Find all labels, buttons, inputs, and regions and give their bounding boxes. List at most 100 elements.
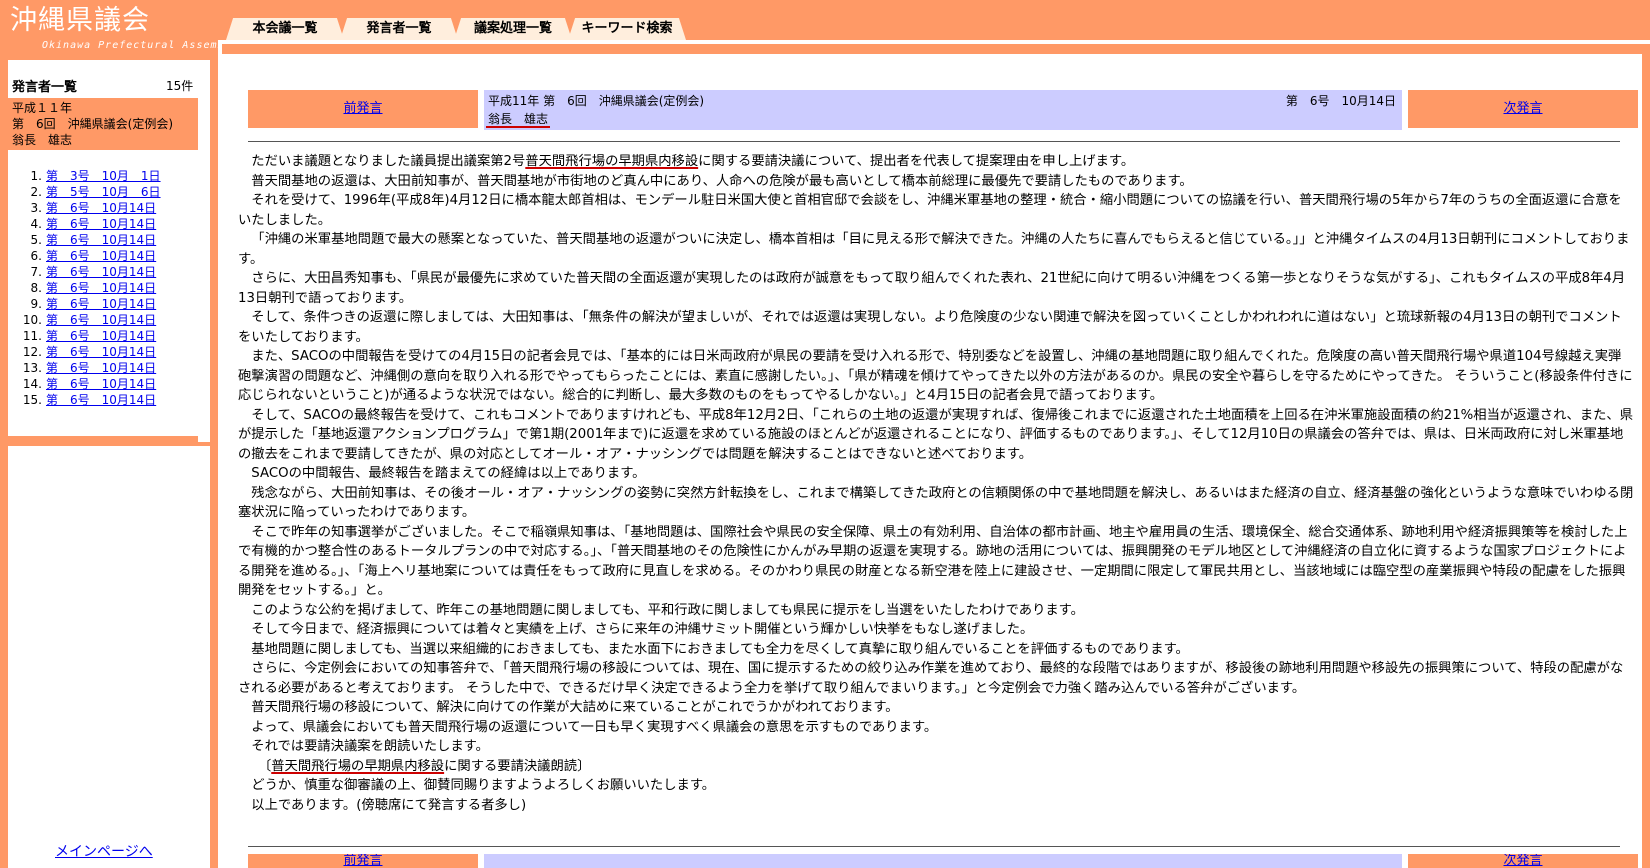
speech-list-item: 14. 第 6号 10月14日 [22,376,161,392]
speech-list-number: 13. [22,361,42,375]
speaker-highlight-line [486,126,550,128]
speech-list-item: 11. 第 6号 10月14日 [22,328,161,344]
speech-paragraph: そして今日まで、経済振興については着々と実績を上げ、さらに来年の沖縄サミット開催… [251,622,1034,637]
speech-list-item: 9. 第 6号 10月14日 [22,296,161,312]
prev-speech-cell: 前発言 [248,90,478,128]
speech-list-number: 1. [30,169,42,183]
speech-paragraph: 普天間基地の返還は、大田前知事が、普天間基地が市街地のど真ん中にあり、人命への危… [251,173,1193,189]
speech-paragraph: 「沖縄の米軍基地問題で最大の懸案となっていた、普天間基地の返還がついに決定し、橋… [238,232,1630,267]
highlighted-phrase: 普天間飛行場の早期県内移設 [525,154,699,169]
speech-paragraph: それを受けて、1996年(平成8年)4月12日に橋本龍太郎首相は、モンデール駐日… [238,193,1622,228]
sidebar-session-box: 平成１１年 第 6回 沖縄県議会(定例会) 翁長 雄志 [8,98,198,150]
speech-paragraph: 普天間飛行場の移設について、解決に向けての作業が大詰めに来ていることがこれでうか… [251,700,899,715]
speech-list-link[interactable]: 第 5号 10月 6日 [46,185,161,199]
session-year: 平成１１年 [12,101,73,115]
speech-list-item: 12. 第 6号 10月14日 [22,344,161,360]
speech-list-number: 3. [30,201,42,215]
main-page-link[interactable]: メインページへ [55,841,153,861]
speech-info-bottom [484,854,1402,868]
speech-list-link[interactable]: 第 6号 10月14日 [46,345,156,359]
speech-list-number: 11. [22,329,42,343]
speech-list-item: 6. 第 6号 10月14日 [22,248,161,264]
speech-list-item: 4. 第 6号 10月14日 [22,216,161,232]
speech-list-item: 10. 第 6号 10月14日 [22,312,161,328]
speech-body: ただいま議題となりました議員提出議案第2号普天間飛行場の早期県内移設に関する要請… [238,152,1634,815]
speech-list-number: 12. [22,345,42,359]
session-speaker: 翁長 雄志 [12,133,73,147]
divider-top [248,141,1620,142]
speech-list-number: 2. [30,185,42,199]
speech-list-number: 14. [22,377,42,391]
speech-paragraph: どうか、慎重な御審議の上、御賛同賜りますようよろしくお願いいたします。 [251,778,716,793]
speech-paragraph: SACOの中間報告、最終報告を踏まえての経緯は以上であります。 [251,466,646,481]
speaker-name: 翁長 雄志 [488,112,549,126]
highlighted-phrase: 普天間飛行場の早期県内移設 [271,758,445,774]
speech-paragraph: このような公約を掲げまして、昨年この基地問題に関しましても、平和行政に関しまして… [251,602,1084,618]
speech-list-number: 8. [30,281,42,295]
speech-list-link[interactable]: 第 3号 10月 1日 [46,169,161,183]
app-logo-title[interactable]: 沖縄県議会 [10,6,150,36]
speech-list-link[interactable]: 第 6号 10月14日 [46,201,156,215]
prev-speech-cell-bottom: 前発言 [248,854,478,868]
speech-list-number: 15. [22,393,42,407]
sidebar-heading: 発言者一覧 [12,80,78,95]
speech-list-item: 8. 第 6号 10月14日 [22,280,161,296]
next-speech-cell-bottom: 次発言 [1408,854,1638,868]
speech-paragraph: そして、条件つきの返還に際しましては、大田知事は、「無条件の解決が望ましいが、そ… [238,310,1622,345]
session-name: 第 6回 沖縄県議会(定例会) [12,117,173,131]
speech-list-item: 7. 第 6号 10月14日 [22,264,161,280]
speech-paragraph: さらに、今定例会においての知事答弁で、「普天間飛行場の移設については、現在、国に… [238,661,1624,696]
speech-paragraph: よって、県議会においても普天間飛行場の返還について一日も早く実現すべく県議会の意… [251,719,938,735]
speech-paragraph: 〔普天間飛行場の早期県内移設に関する要請決議朗読〕 [251,758,591,774]
tab-speaker-list[interactable]: 発言者一覧 [340,18,458,40]
next-speech-cell: 次発言 [1408,90,1638,128]
tab-bill-list[interactable]: 議案処理一覧 [454,18,572,40]
speech-paragraph: そして、SACOの最終報告を受けて、これもコメントでありますけれども、平成8年1… [238,407,1634,462]
speech-list-number: 10. [22,313,42,327]
speech-paragraph: 基地問題に関しましても、当選以来組織的におきましても、また水面下におきましても全… [251,641,1189,657]
tab-keyword-search[interactable]: キーワード検索 [568,18,686,40]
speech-paragraph: さらに、大田昌秀知事も、「県民が最優先に求めていた普天間の全面返還が実現したのは… [238,271,1626,306]
speech-paragraph: 残念ながら、大田前知事は、その後オール・オア・ナッシングの姿勢に突然方針転換をし… [238,485,1634,521]
speech-list-number: 9. [30,297,42,311]
speech-list-link[interactable]: 第 6号 10月14日 [46,217,156,231]
prev-speech-link[interactable]: 前発言 [343,101,382,116]
right-edge [1642,54,1650,868]
session-title: 平成11年 第 6回 沖縄県議会(定例会) [488,94,705,108]
speech-list-item: 15. 第 6号 10月14日 [22,392,161,408]
speech-list-item: 3. 第 6号 10月14日 [22,200,161,216]
speech-list-number: 5. [30,233,42,247]
next-speech-link-bottom[interactable]: 次発言 [1503,854,1542,868]
app-logo-subtitle: Okinawa Prefectural Assembly [42,40,239,51]
speech-list-link[interactable]: 第 6号 10月14日 [46,329,156,343]
tab-plenary-list[interactable]: 本会議一覧 [226,18,344,40]
speech-list-link[interactable]: 第 6号 10月14日 [46,313,156,327]
speech-list-number: 4. [30,217,42,231]
speech-list-number: 6. [30,249,42,263]
speech-list-link[interactable]: 第 6号 10月14日 [46,265,156,279]
speech-paragraph: ただいま議題となりました議員提出議案第2号普天間飛行場の早期県内移設に関する要請… [251,154,1135,169]
divider-bottom [248,846,1620,847]
sidebar-divider [8,436,198,446]
speech-list-item: 1. 第 3号 10月 1日 [22,168,161,184]
speech-paragraph: 以上であります。(傍聴席にて発言する者多し) [251,797,527,813]
top-strip [222,44,1650,54]
speech-list: 1. 第 3号 10月 1日 2. 第 5号 10月 6日 3. 第 6号 10月14日 4… [22,168,161,408]
speech-list-item: 13. 第 6号 10月14日 [22,360,161,376]
prev-speech-link-bottom[interactable]: 前発言 [343,854,382,868]
speech-paragraph: そこで昨年の知事選挙がございました。そこで稲嶺県知事は、「基地問題は、国際社会や… [238,524,1628,599]
speech-list-link[interactable]: 第 6号 10月14日 [46,377,156,391]
speech-list-link[interactable]: 第 6号 10月14日 [46,361,156,375]
session-date: 第 6号 10月14日 [1285,94,1396,108]
speech-list-link[interactable]: 第 6号 10月14日 [46,233,156,247]
speech-list-link[interactable]: 第 6号 10月14日 [46,297,156,311]
sidebar-count: 15件 [166,79,194,93]
sidebar-bottom-panel [8,446,210,868]
speech-list-item: 5. 第 6号 10月14日 [22,232,161,248]
speech-list-item: 2. 第 5号 10月 6日 [22,184,161,200]
speech-list-link[interactable]: 第 6号 10月14日 [46,249,156,263]
next-speech-link[interactable]: 次発言 [1503,101,1542,116]
speech-list-link[interactable]: 第 6号 10月14日 [46,281,156,295]
speech-info: 平成11年 第 6回 沖縄県議会(定例会) 第 6号 10月14日 翁長 雄志 [484,90,1402,130]
speech-list-link[interactable]: 第 6号 10月14日 [46,393,156,407]
